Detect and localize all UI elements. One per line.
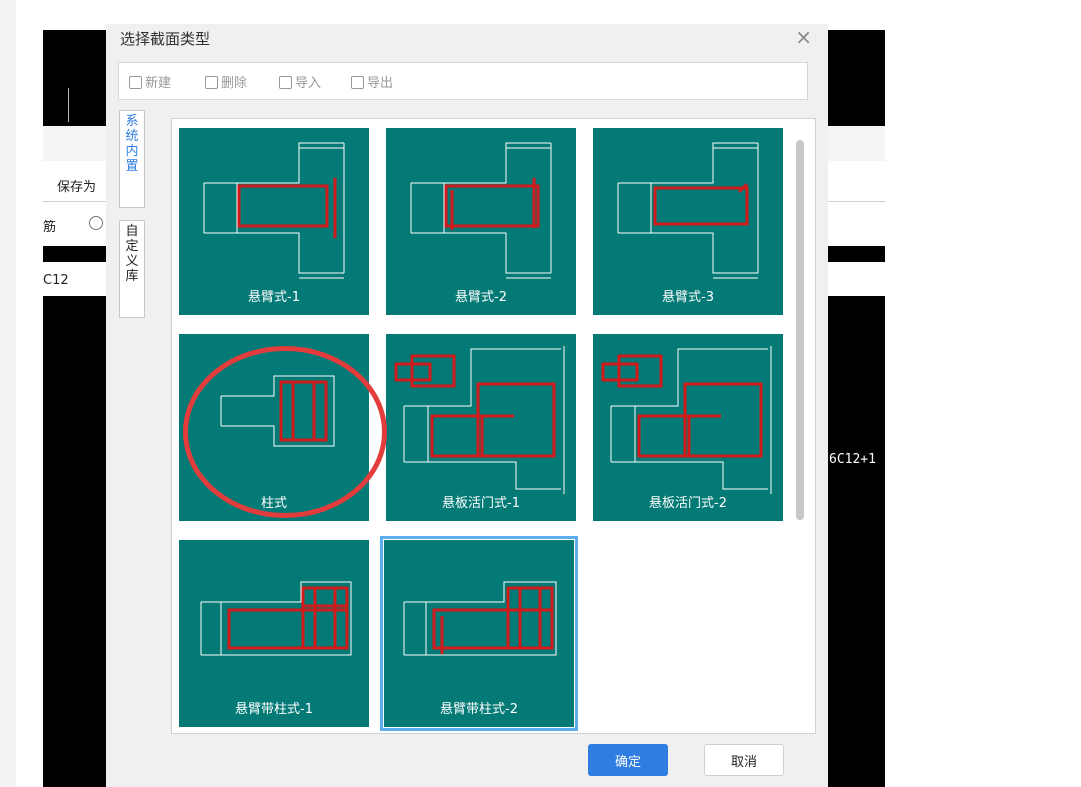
tile-label: 悬板活门式-2 [649,496,727,511]
canvas-text: 6C12+1 [829,452,876,467]
tile-label: 悬臂式-3 [662,290,714,305]
dialog-title: 选择截面类型 [120,30,211,48]
trash-icon [205,76,218,89]
tile-label: 悬臂带柱式-1 [235,702,313,717]
section-tile-column[interactable]: 柱式 [179,334,369,521]
tab-custom-library[interactable]: 自定义库 [119,220,145,318]
tile-label: 柱式 [260,496,287,511]
tile-label: 悬板活门式-1 [442,496,520,511]
export-icon [351,76,364,89]
tile-label: 悬臂式-1 [248,290,300,305]
radio-option[interactable] [89,216,103,230]
section-tile-cantilever-3[interactable]: 悬臂式-3 [593,128,783,315]
tile-label: 悬臂带柱式-2 [440,702,518,717]
import-button[interactable]: 导入 [279,72,321,91]
tile-label: 悬臂式-2 [455,290,507,305]
section-tile-slab-hatch-1[interactable]: 悬板活门式-1 [386,334,576,521]
import-icon [279,76,292,89]
export-button[interactable]: 导出 [351,72,393,91]
canvas-line [68,88,69,122]
save-as-button[interactable]: 保存为 [57,176,96,195]
section-tile-cantilever-1[interactable]: 悬臂式-1 [179,128,369,315]
scrollbar-thumb[interactable] [796,140,804,520]
rebar-label: 筋 [43,220,57,235]
section-tile-cantilever-column-1[interactable]: 悬臂带柱式-1 [179,540,369,727]
close-icon[interactable]: × [795,24,812,50]
dialog-toolbar: 新建 删除 导入 导出 [118,62,808,100]
cancel-button[interactable]: 取消 [704,744,784,776]
rebar-field-value[interactable]: C12 [43,273,69,288]
delete-button[interactable]: 删除 [205,72,247,91]
section-tile-cantilever-2[interactable]: 悬臂式-2 [386,128,576,315]
new-file-icon [129,76,142,89]
section-tile-cantilever-column-2[interactable]: 悬臂带柱式-2 [380,536,578,731]
tab-system-builtin[interactable]: 系统内置 [119,110,145,208]
new-button[interactable]: 新建 [129,72,171,91]
section-tile-slab-hatch-2[interactable]: 悬板活门式-2 [593,334,783,521]
left-gutter [0,0,16,787]
ok-button[interactable]: 确定 [588,744,668,776]
